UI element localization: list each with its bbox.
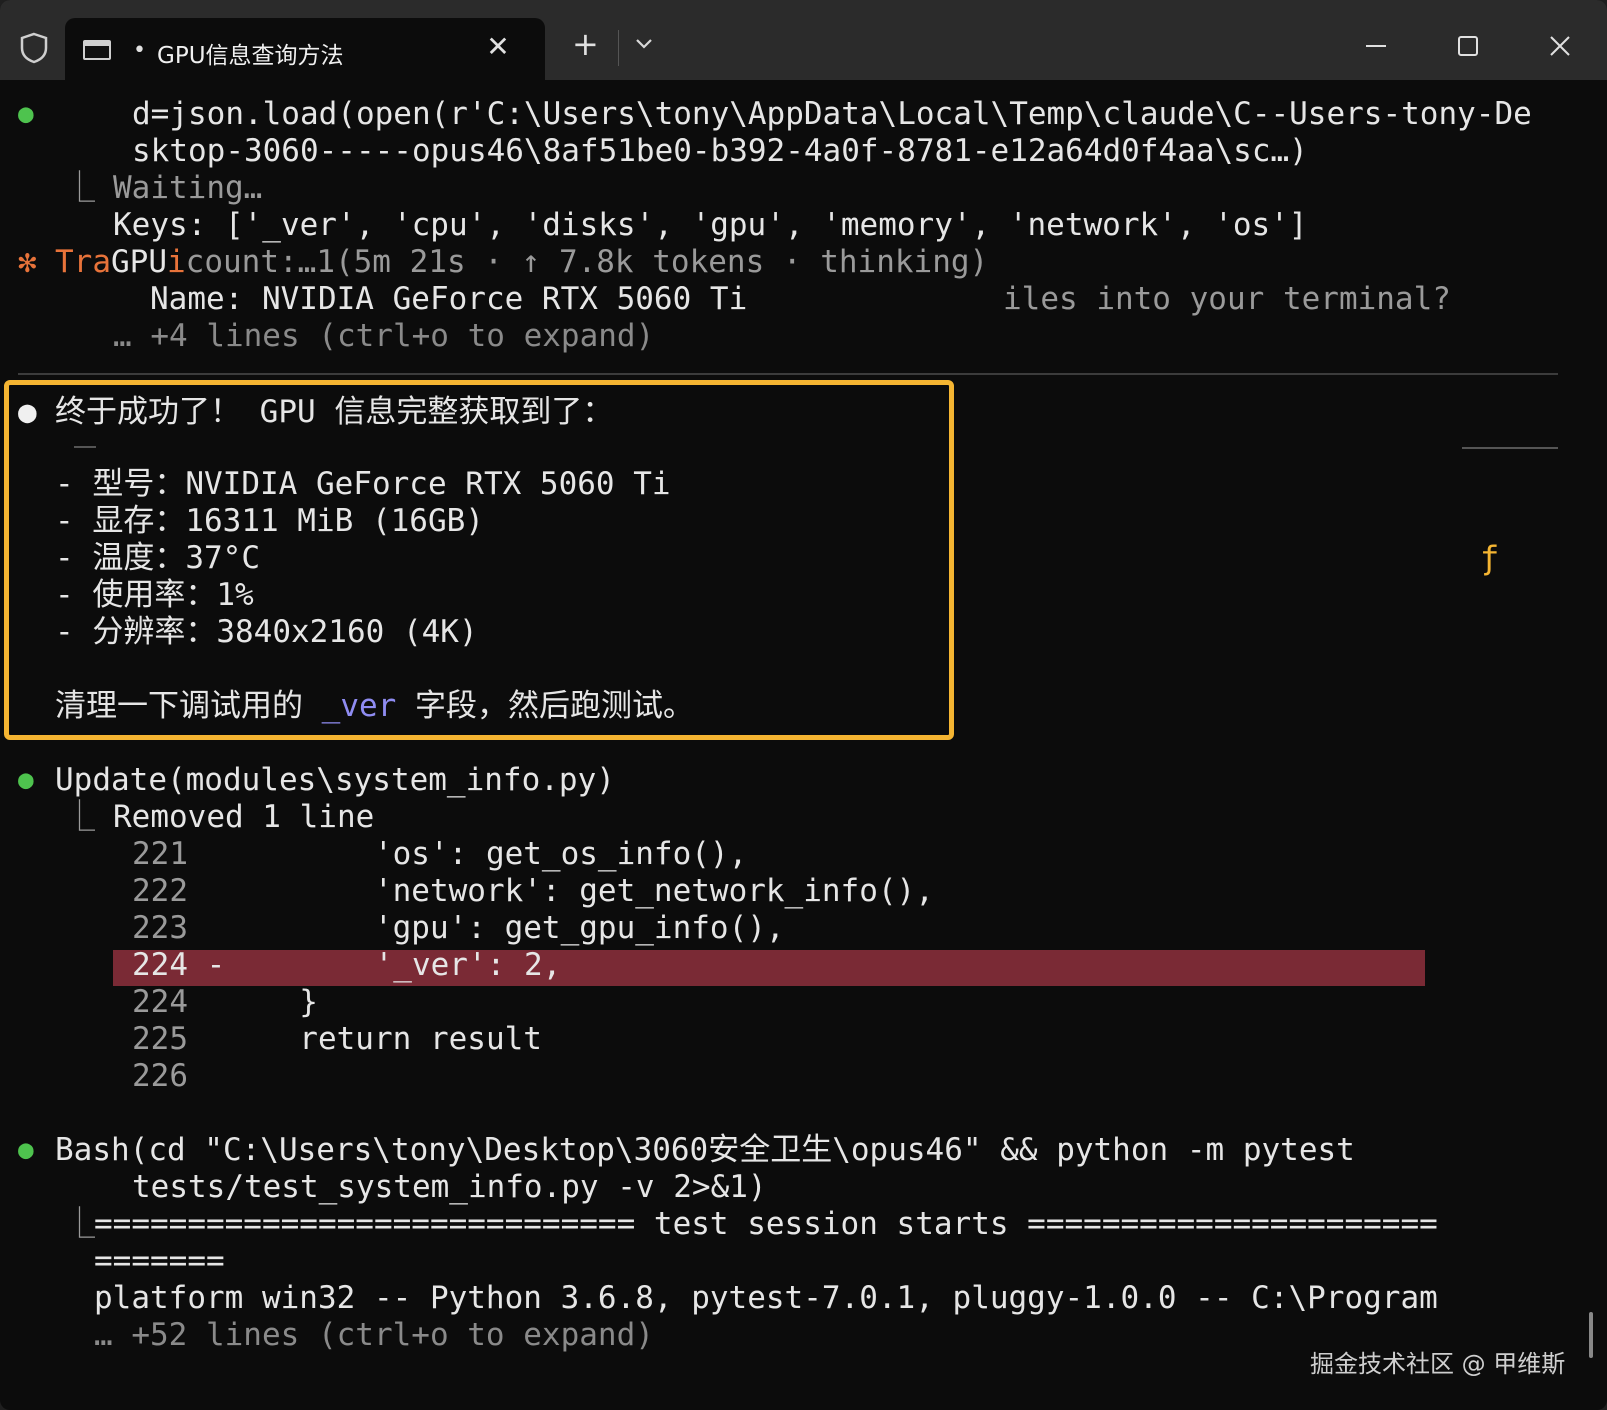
line-number: 226 [132,1058,188,1094]
tree-corner-icon: ⎿ [64,170,95,206]
update-summary: Removed 1 line [113,799,375,835]
tab-separator [618,30,619,66]
summary-item: - 型号：NVIDIA GeForce RTX 5060 Ti [55,466,671,502]
summary-title: 终于成功了！ GPU 信息完整获取到了： [55,394,614,430]
divider [74,446,96,448]
scrollbar[interactable] [1589,1312,1593,1358]
spinner-icon: ✻ [18,244,37,280]
output-line: ============================= test sessi… [94,1206,1438,1242]
output-line: d=json.load(open(r'C:\Users\tony\AppData… [132,96,1532,132]
bash-command: Bash(cd "C:\Users\tony\Desktop\3060安全卫生\… [55,1132,1355,1168]
status-bullet: ● [18,1135,34,1165]
message-bullet: ● [18,394,37,430]
terminal-window: • GPU信息查询方法 ✕ + ● d=json.load(open(r'C:\… [0,0,1607,1410]
output-line: ======= [94,1243,225,1279]
summary-item: - 温度：37°C [55,540,260,576]
status-line: TraGPUicount:…1(5m 21s · ↑ 7.8k tokens ·… [55,244,989,280]
watermark: 掘金技术社区 @ 甲维斯 [1310,1350,1566,1378]
minimize-icon[interactable] [1356,26,1396,66]
maximize-icon[interactable] [1448,26,1488,66]
tab-title: GPU信息查询方法 [157,43,344,69]
output-line: Keys: ['_ver', 'cpu', 'disks', 'gpu', 'm… [113,207,1308,243]
divider [18,373,1558,375]
divider [1462,447,1558,449]
status-bullet: ● [18,99,34,129]
terminal-output[interactable]: ● d=json.load(open(r'C:\Users\tony\AppDa… [0,80,1607,1410]
summary-footer: 清理一下调试用的 _ver 字段，然后跑测试。 [55,688,694,724]
tree-corner-icon: ⎿ [64,1206,95,1242]
code-line: 'os': get_os_info(), [150,836,748,872]
output-line: iles into your terminal? [1003,281,1451,317]
code-line: } [150,984,318,1020]
expand-hint[interactable]: … +52 lines (ctrl+o to expand) [94,1317,654,1354]
tab-gpu-info[interactable]: • GPU信息查询方法 ✕ [65,18,545,80]
code-line: 'network': get_network_info(), [150,873,934,909]
code-line: 'gpu': get_gpu_info(), [150,910,785,946]
tree-corner-icon: ⎿ [64,799,95,835]
code-line-deleted: '_ver': 2, [188,947,562,983]
waiting-text: Waiting… [113,170,263,206]
expand-hint[interactable]: … +4 lines (ctrl+o to expand) [113,318,654,355]
shield-icon[interactable] [20,32,48,64]
summary-item: - 使用率：1% [55,577,254,613]
output-line: sktop-3060-----opus46\8af51be0-b392-4a0f… [132,133,1308,169]
terminal-icon [83,40,111,60]
close-icon[interactable]: ✕ [483,32,513,62]
status-bullet: ● [18,765,34,795]
summary-item: - 显存：16311 MiB (16GB) [55,503,484,539]
output-line: platform win32 -- Python 3.6.8, pytest-7… [94,1280,1438,1316]
summary-item: - 分辨率：3840x2160 (4K) [55,614,478,650]
chevron-down-icon[interactable] [634,36,654,50]
new-tab-button[interactable]: + [572,28,599,60]
cursor-glyph: ƒ [1480,539,1500,577]
bash-command: tests/test_system_info.py -v 2>&1) [132,1169,767,1205]
code-line: return result [150,1021,542,1057]
output-line: Name: NVIDIA GeForce RTX 5060 Ti [150,281,748,317]
window-close-icon[interactable] [1540,26,1580,66]
title-bar: • GPU信息查询方法 ✕ + [0,0,1607,80]
update-title: Update(modules\system_info.py) [55,762,615,798]
tab-modified-dot: • [133,38,146,63]
